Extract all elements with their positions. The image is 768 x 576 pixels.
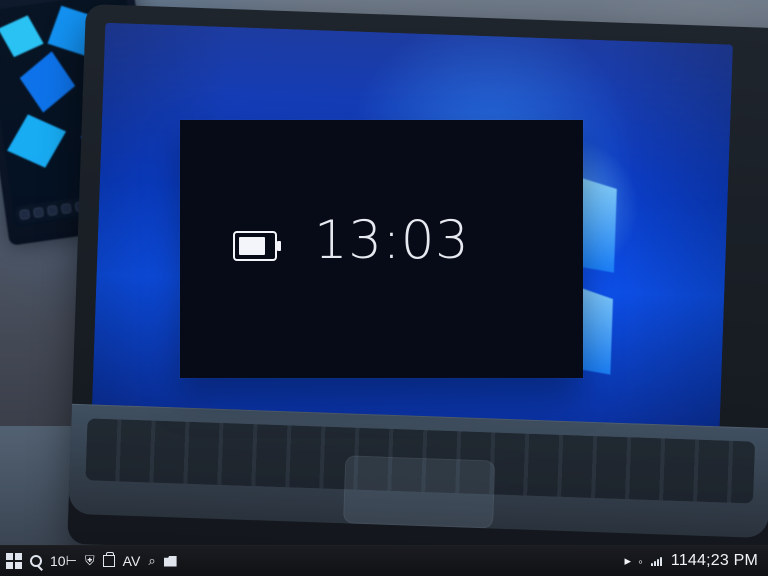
dash-icon: ⊢ — [65, 553, 77, 569]
taskbar-text-item[interactable]: 10 ⊢ — [50, 551, 77, 571]
search-button[interactable] — [30, 551, 42, 571]
box-icon — [102, 552, 115, 567]
signal-icon — [650, 556, 664, 566]
taskbar-right: ▸ ◦ 1144;23 PM — [625, 546, 758, 576]
start-button[interactable] — [6, 551, 22, 571]
taskbar-left: 10 ⊢ ⛨ AV ⌕ — [6, 546, 177, 576]
dock-icon — [32, 206, 45, 219]
dock-icon — [19, 208, 31, 221]
search-inspector-button[interactable]: ⌕ — [148, 551, 155, 571]
dock-icon — [60, 202, 72, 215]
tray-arrow-icon[interactable]: ▸ — [625, 553, 632, 569]
folder-icon — [163, 555, 177, 567]
text-icon-label: AV — [122, 553, 141, 569]
dock-icon — [46, 204, 59, 217]
start-icon — [6, 553, 22, 569]
taskbar-inline-label: 10 — [50, 553, 66, 569]
scene: 13:03 10 ⊢ ⛨ AV ⌕ ▸ ◦ 1144;23 PM — [0, 0, 768, 576]
taskbar: 10 ⊢ ⛨ AV ⌕ ▸ ◦ 1144;23 PM — [0, 545, 768, 576]
signal-button[interactable] — [650, 551, 664, 571]
shield-icon: ⛨ — [84, 553, 95, 569]
taskbar-clock[interactable]: 1144;23 PM — [671, 552, 758, 570]
overlay-time: 13:03 — [314, 210, 470, 271]
shield-button[interactable]: ⛨ — [85, 551, 95, 571]
battery-overlay: 13:03 — [180, 120, 583, 378]
background-shape — [0, 8, 50, 65]
background-shape — [15, 47, 79, 116]
text-button[interactable]: AV — [123, 551, 141, 571]
battery-icon — [233, 231, 281, 261]
folder-button[interactable] — [163, 551, 177, 571]
search-icon — [30, 555, 42, 567]
tray-dot-icon[interactable]: ◦ — [638, 554, 643, 569]
trackpad — [343, 455, 496, 529]
search-icon: ⌕ — [148, 553, 156, 569]
background-shape — [0, 105, 75, 177]
box-button[interactable] — [102, 551, 115, 571]
